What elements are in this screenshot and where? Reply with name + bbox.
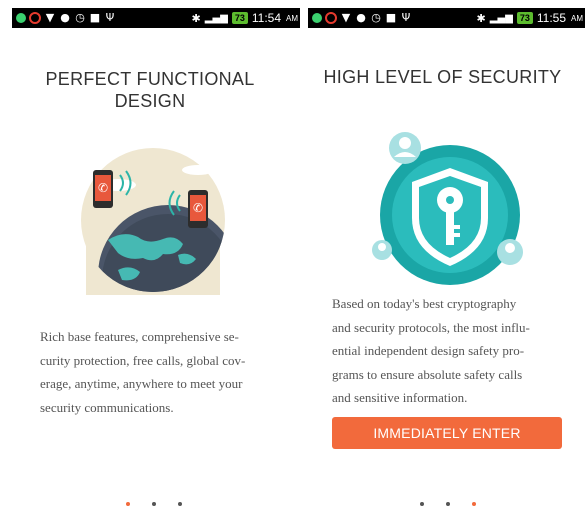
battery-indicator: 73 <box>516 12 533 24</box>
status-bar: ▼ ● ◷ ■ Ψ ✱ ▂▄▆ 73 11:55 AM <box>308 8 585 28</box>
status-time: 11:55 <box>536 11 566 25</box>
description-line-5: and sensitive information. <box>332 390 468 406</box>
screen-title-line-1: PERFECT FUNCTIONAL <box>45 69 255 89</box>
page-dot-1[interactable] <box>126 502 130 506</box>
description-line-1: Rich base features, comprehensive se- <box>40 329 239 344</box>
chat-icon: ● <box>356 11 366 24</box>
vpn-icon: ▼ <box>45 11 55 24</box>
onboarding-screen-left: ▼ ● ◷ ■ Ψ ✱ ▂▄▆ 73 11:54 AM PERFECT FUNCT… <box>0 0 300 511</box>
status-time: 11:54 <box>251 11 281 25</box>
screen-description: Based on today's best cryptography and s… <box>332 292 567 410</box>
app-notification-icon <box>16 13 26 23</box>
description-line-3: ential independent design safety pro- <box>332 343 525 359</box>
screen-title-line-1: HIGH LEVEL OF SECURITY <box>323 67 562 87</box>
status-bar-notification-icons: ▼ ● ◷ ■ Ψ <box>312 12 412 24</box>
alert-icon <box>29 12 41 24</box>
sim-icon: ■ <box>89 11 101 24</box>
sim-icon: ■ <box>385 11 397 24</box>
description-line-4: grams to ensure absolute safety calls <box>332 366 523 382</box>
description-line-3: erage, anytime, anywhere to meet your <box>40 376 243 392</box>
status-ampm: AM <box>286 13 298 23</box>
description-line-4: security communications. <box>40 399 174 415</box>
description-line-2: and security protocols, the most influ- <box>332 319 530 335</box>
bluetooth-icon: ✱ <box>191 11 201 25</box>
page-indicator <box>126 502 182 506</box>
usb-icon: Ψ <box>401 11 411 24</box>
screen-title-line-2: DESIGN <box>114 91 186 111</box>
screen-title: HIGH LEVEL OF SECURITY <box>300 66 585 88</box>
clock-icon: ◷ <box>371 11 381 24</box>
chat-icon: ● <box>60 11 70 24</box>
shield-key-icon <box>372 132 523 285</box>
bluetooth-icon: ✱ <box>476 11 486 25</box>
signal-icon: ▂▄▆ <box>489 12 513 24</box>
screen-title: PERFECT FUNCTIONAL DESIGN <box>0 68 300 112</box>
signal-icon: ▂▄▆ <box>204 12 228 24</box>
screen-description: Rich base features, comprehensive se- cu… <box>40 325 280 419</box>
page-dot-3[interactable] <box>472 502 476 506</box>
description-line-2: curity protection, free calls, global co… <box>40 352 246 368</box>
status-ampm: AM <box>571 13 583 23</box>
svg-text:✆: ✆ <box>193 201 203 215</box>
page-dot-1[interactable] <box>420 502 424 506</box>
alert-icon <box>325 12 337 24</box>
vpn-icon: ▼ <box>341 11 351 24</box>
page-indicator <box>420 502 476 506</box>
svg-text:✆: ✆ <box>98 181 108 195</box>
status-bar: ▼ ● ◷ ■ Ψ ✱ ▂▄▆ 73 11:54 AM <box>12 8 300 28</box>
immediately-enter-button[interactable]: IMMEDIATELY ENTER <box>332 417 562 449</box>
app-notification-icon <box>312 13 322 23</box>
description-line-1: Based on today's best cryptography <box>332 296 517 311</box>
page-dot-2[interactable] <box>152 502 156 506</box>
battery-indicator: 73 <box>231 12 248 24</box>
globe-phones-icon: ✆ ✆ <box>81 148 225 295</box>
status-bar-notification-icons: ▼ ● ◷ ■ Ψ <box>16 12 116 24</box>
clock-icon: ◷ <box>75 11 85 24</box>
page-dot-3[interactable] <box>178 502 182 506</box>
page-dot-2[interactable] <box>446 502 450 506</box>
onboarding-screen-right: ▼ ● ◷ ■ Ψ ✱ ▂▄▆ 73 11:55 AM HIGH LEVEL OF… <box>300 0 585 511</box>
usb-icon: Ψ <box>105 11 115 24</box>
